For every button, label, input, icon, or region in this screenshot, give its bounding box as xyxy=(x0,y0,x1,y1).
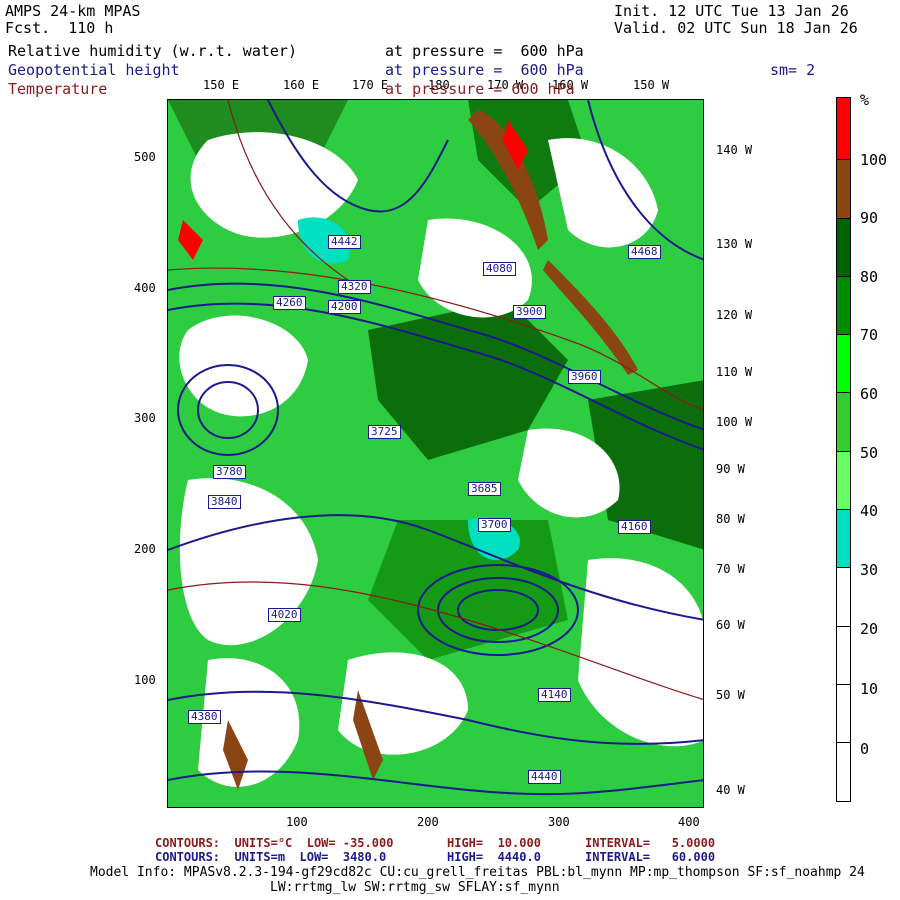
top-lon-label: 150 W xyxy=(633,78,670,92)
contour-label: 3960 xyxy=(568,370,601,384)
contour-label: 4200 xyxy=(328,300,361,314)
right-lon-label: 60 W xyxy=(716,618,745,632)
contour-label: 4380 xyxy=(188,710,221,724)
colorbar-swatch xyxy=(836,509,851,567)
field-temp-level: at pressure = 600 hPa xyxy=(385,80,575,98)
right-lon-label: 120 W xyxy=(716,308,753,322)
right-lon-label: 110 W xyxy=(716,365,753,379)
gph-contour-interval: INTERVAL= 60.000 xyxy=(585,850,716,864)
rh-field-map xyxy=(168,100,703,807)
contour-label: 3900 xyxy=(513,305,546,319)
contour-label: 4160 xyxy=(618,520,651,534)
right-lon-label: 40 W xyxy=(716,783,745,797)
colorbar xyxy=(836,97,851,802)
colorbar-label: 100 xyxy=(860,151,888,169)
right-lon-label: 70 W xyxy=(716,562,745,576)
contour-label: 4080 xyxy=(483,262,516,276)
colorbar-unit: % xyxy=(860,91,870,109)
colorbar-label: 40 xyxy=(860,502,879,520)
right-lon-label: 130 W xyxy=(716,237,753,251)
temp-contour-info: CONTOURS: UNITS=°C LOW= -35.000 xyxy=(155,836,394,850)
colorbar-swatch xyxy=(836,567,851,626)
colorbar-label: 80 xyxy=(860,268,879,286)
y-tick-label: 300 xyxy=(134,411,156,425)
contour-label: 4020 xyxy=(268,608,301,622)
forecast-hour: Fcst. 110 h xyxy=(5,19,114,37)
y-tick-label: 500 xyxy=(134,150,156,164)
colorbar-label: 20 xyxy=(860,620,879,638)
y-tick-label: 400 xyxy=(134,281,156,295)
right-lon-label: 50 W xyxy=(716,688,745,702)
contour-label: 3725 xyxy=(368,425,401,439)
model-info-line2: LW:rrtmg_lw SW:rrtmg_sw SFLAY:sf_mynn xyxy=(270,880,560,895)
colorbar-swatch xyxy=(836,392,851,451)
contour-label: 4320 xyxy=(338,280,371,294)
colorbar-swatch xyxy=(836,334,851,392)
init-time: Init. 12 UTC Tue 13 Jan 26 xyxy=(614,2,849,20)
model-info: Model Info: MPASv8.2.3-194-gf29cd82c CU:… xyxy=(90,865,865,880)
colorbar-swatch xyxy=(836,626,851,684)
top-lon-label: 170 E xyxy=(352,78,389,92)
contour-label: 3685 xyxy=(468,482,501,496)
field-rh-name: Relative humidity (w.r.t. water) xyxy=(8,42,297,60)
smoothing-label: sm= 2 xyxy=(770,61,816,79)
colorbar-swatch xyxy=(836,159,851,218)
colorbar-swatch xyxy=(836,276,851,334)
contour-label: 4260 xyxy=(273,296,306,310)
temp-contour-interval: INTERVAL= 5.0000 xyxy=(585,836,716,850)
colorbar-label: 30 xyxy=(860,561,879,579)
gph-contour-info: CONTOURS: UNITS=m LOW= 3480.0 xyxy=(155,850,387,864)
x-tick-label: 300 xyxy=(548,815,570,829)
colorbar-swatch xyxy=(836,742,851,802)
contour-label: 4442 xyxy=(328,235,361,249)
x-tick-label: 100 xyxy=(286,815,308,829)
contour-label: 3700 xyxy=(478,518,511,532)
contour-label: 4140 xyxy=(538,688,571,702)
colorbar-label: 90 xyxy=(860,209,879,227)
colorbar-label: 50 xyxy=(860,444,879,462)
y-tick-label: 100 xyxy=(134,673,156,687)
colorbar-swatch xyxy=(836,218,851,276)
field-gph-name: Geopotential height xyxy=(8,61,180,79)
gph-contour-high: HIGH= 4440.0 xyxy=(447,850,541,864)
contour-label: 4468 xyxy=(628,245,661,259)
x-tick-label: 200 xyxy=(417,815,439,829)
contour-label: 3840 xyxy=(208,495,241,509)
map-panel: 4200 4080 4260 4320 4442 3960 3900 3840 … xyxy=(167,99,704,808)
model-title: AMPS 24-km MPAS xyxy=(5,2,141,20)
contour-label: 4440 xyxy=(528,770,561,784)
right-lon-label: 90 W xyxy=(716,462,745,476)
colorbar-swatch xyxy=(836,684,851,742)
colorbar-label: 0 xyxy=(860,740,870,758)
colorbar-label: 60 xyxy=(860,385,879,403)
colorbar-swatch xyxy=(836,97,851,159)
temp-contour-high: HIGH= 10.000 xyxy=(447,836,541,850)
field-gph-level: at pressure = 600 hPa xyxy=(385,61,584,79)
field-temp-name: Temperature xyxy=(8,80,108,98)
contour-label: 3780 xyxy=(213,465,246,479)
valid-time: Valid. 02 UTC Sun 18 Jan 26 xyxy=(614,19,858,37)
y-tick-label: 200 xyxy=(134,542,156,556)
colorbar-swatch xyxy=(836,451,851,509)
colorbar-label: 70 xyxy=(860,326,879,344)
right-lon-label: 80 W xyxy=(716,512,745,526)
x-tick-label: 400 xyxy=(678,815,700,829)
right-lon-label: 100 W xyxy=(716,415,753,429)
right-lon-label: 140 W xyxy=(716,143,753,157)
top-lon-label: 160 E xyxy=(283,78,320,92)
field-rh-level: at pressure = 600 hPa xyxy=(385,42,584,60)
colorbar-label: 10 xyxy=(860,680,879,698)
top-lon-label: 150 E xyxy=(203,78,240,92)
